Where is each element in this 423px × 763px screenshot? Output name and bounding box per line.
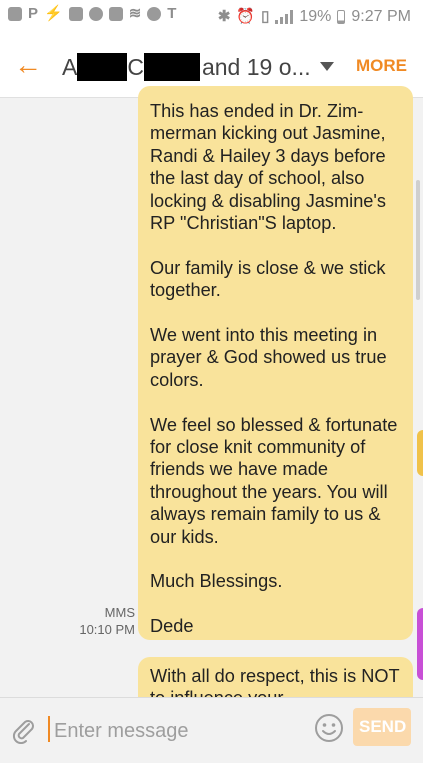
message-bubble[interactable]: This has ended in Dr. Zim-merman kicking…: [138, 86, 413, 640]
vibrate-icon: ▯: [261, 8, 270, 25]
battery-percent: 19%: [299, 8, 332, 25]
message-input[interactable]: [52, 710, 296, 752]
news-icon: [68, 7, 83, 21]
message-type-label: MMS: [104, 605, 135, 620]
bluetooth-icon: ✱: [217, 8, 231, 25]
pinterest-icon: P: [28, 5, 39, 22]
redaction-bar: [77, 53, 128, 81]
recipients-dropdown-icon[interactable]: [320, 62, 334, 71]
status-bar: P ⚡ ≋ T ✱ ⏰ ▯ 19% 9:27 PM: [0, 0, 423, 34]
circle-icon: [147, 7, 162, 21]
send-button[interactable]: SEND: [353, 708, 411, 746]
attach-icon[interactable]: [10, 716, 36, 744]
antenna-icon: T: [167, 5, 177, 22]
status-right: ✱ ⏰ ▯ 19% 9:27 PM: [218, 8, 411, 26]
title-initial-a: A: [62, 53, 78, 80]
message-paragraph: We feel so blessed & fortunate for close…: [150, 414, 398, 547]
message-paragraph: We went into this meeting in prayer & Go…: [150, 325, 387, 390]
notification-icons: P ⚡ ≋ T: [8, 5, 177, 22]
wifi-hotspot-icon: ≋: [128, 5, 142, 22]
clock: 9:27 PM: [351, 8, 411, 25]
title-initial-c: C: [127, 53, 144, 80]
message-paragraph: Our family is close & we stick together.: [150, 257, 386, 301]
message-paragraph: Much Blessings.: [150, 571, 283, 592]
flash-icon: ⚡: [44, 5, 63, 22]
title-recipient-count: and 19 o...: [201, 53, 311, 80]
compose-bar: SEND: [0, 697, 423, 763]
message-timestamp: 10:10 PM: [79, 622, 135, 637]
chat-notification-icon: [8, 7, 22, 21]
message-meta: MMS 10:10 PM: [79, 604, 135, 638]
emoji-icon[interactable]: [314, 713, 344, 743]
redaction-bar: [143, 53, 200, 81]
alarm-icon: ⏰: [236, 8, 256, 25]
signal-icon: [275, 10, 294, 24]
more-button[interactable]: MORE: [356, 56, 407, 76]
message-paragraph: This has ended in Dr. Zim-merman kicking…: [150, 101, 386, 234]
incoming-bubble-edge: [417, 608, 423, 680]
conversation-title[interactable]: A C and 19 o...: [62, 53, 311, 81]
scrollbar[interactable]: [416, 180, 420, 300]
battery-icon: [337, 10, 346, 24]
instagram-icon: [88, 7, 103, 21]
incoming-bubble-edge: [417, 430, 423, 476]
text-cursor: [48, 716, 50, 742]
gallery-icon: [108, 7, 123, 21]
message-signature: Dede: [150, 616, 194, 637]
back-arrow-icon[interactable]: ←: [14, 51, 42, 79]
